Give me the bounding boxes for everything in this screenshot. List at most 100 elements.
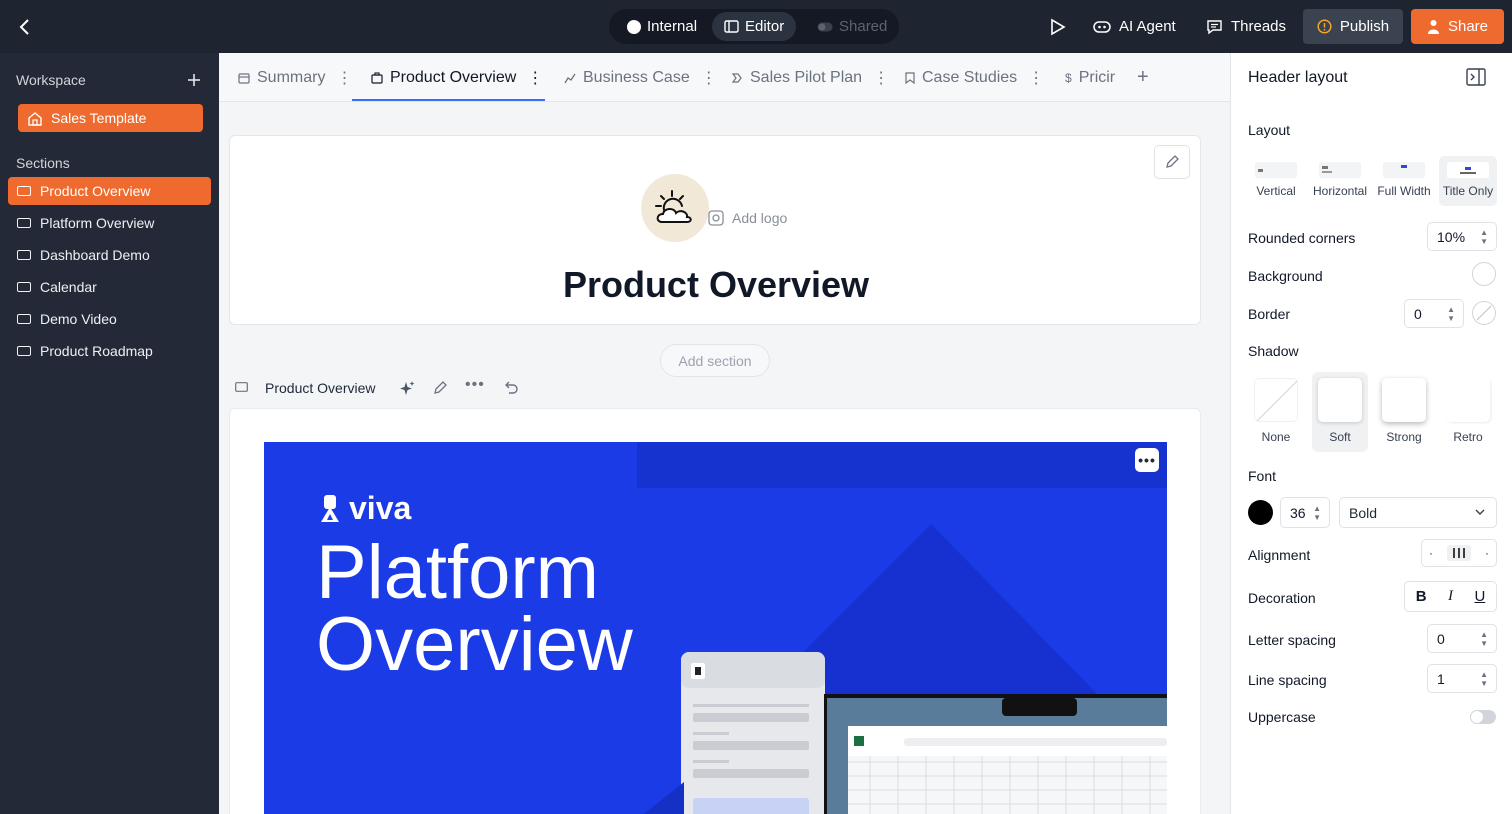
align-right-icon[interactable]: ·: [1485, 546, 1489, 560]
border-color-swatch[interactable]: [1472, 301, 1496, 325]
mode-shared-label: Shared: [839, 18, 888, 35]
mode-internal-button[interactable]: Internal: [615, 12, 709, 41]
hero-banner-image[interactable]: ••• viva Platform Overview: [264, 442, 1167, 814]
edit-header-button[interactable]: [1154, 145, 1190, 179]
uppercase-toggle[interactable]: [1470, 710, 1496, 724]
mode-internal-label: Internal: [647, 18, 698, 35]
alignment-label: Alignment: [1248, 547, 1311, 563]
border-width-value: 0: [1414, 305, 1422, 322]
alignment-control: · ·: [1421, 539, 1497, 567]
mode-shared-button[interactable]: Shared: [805, 12, 899, 41]
section-icon: [17, 186, 31, 196]
ai-agent-button[interactable]: AI Agent: [1093, 9, 1176, 44]
line-spacing-stepper[interactable]: 1 ▲ ▼: [1427, 664, 1497, 693]
align-left-icon[interactable]: ·: [1429, 546, 1433, 560]
font-weight-select[interactable]: Bold: [1339, 497, 1497, 528]
shadow-option-label: Strong: [1386, 430, 1422, 444]
font-color-swatch[interactable]: [1248, 500, 1273, 525]
logo-placeholder[interactable]: [641, 174, 709, 242]
font-size-stepper[interactable]: 36 ▲ ▼: [1280, 497, 1330, 528]
sections-label: Sections: [16, 155, 70, 171]
tab-menu-kebab-icon[interactable]: ⋮: [1028, 68, 1044, 88]
layout-full-width-thumbnail: [1383, 162, 1425, 178]
tab-label: Business Case: [583, 68, 690, 86]
sidebar-item-platform-overview[interactable]: Platform Overview: [8, 209, 211, 237]
stepper-arrows-icon[interactable]: ▲ ▼: [1313, 504, 1321, 522]
tab-menu-kebab-icon[interactable]: ⋮: [873, 68, 889, 88]
add-section-button[interactable]: Add section: [660, 344, 770, 377]
section-content-card[interactable]: ••• viva Platform Overview: [229, 408, 1201, 814]
more-options-icon[interactable]: •••: [465, 376, 485, 394]
header-card[interactable]: Add logo Product Overview: [229, 135, 1201, 325]
tab-menu-kebab-icon[interactable]: ⋮: [336, 68, 352, 88]
tab-pricing[interactable]: $ Pricir: [1065, 53, 1115, 101]
stepper-arrows-icon[interactable]: ▲ ▼: [1480, 228, 1488, 246]
sidebar-item-calendar[interactable]: Calendar: [8, 273, 211, 301]
shadow-retro-thumbnail: [1446, 378, 1490, 422]
tab-summary[interactable]: Summary ⋮: [238, 53, 352, 101]
sparkle-ai-icon[interactable]: [398, 380, 416, 398]
play-icon: [1050, 18, 1066, 36]
add-tab-plus-icon[interactable]: +: [1137, 66, 1151, 88]
font-size-value: 36: [1290, 504, 1306, 521]
shadow-option-none[interactable]: None: [1248, 372, 1304, 452]
layout-option-title-only[interactable]: Title Only: [1439, 156, 1497, 206]
letter-spacing-label: Letter spacing: [1248, 632, 1336, 648]
undo-icon[interactable]: [503, 380, 519, 394]
italic-button[interactable]: I: [1448, 588, 1453, 605]
tab-case-studies[interactable]: Case Studies ⋮: [905, 53, 1044, 101]
letter-spacing-stepper[interactable]: 0 ▲ ▼: [1427, 624, 1497, 653]
publish-button[interactable]: Publish: [1303, 9, 1403, 44]
ai-agent-icon: [1093, 20, 1111, 34]
share-button[interactable]: Share: [1411, 9, 1504, 44]
add-logo-button[interactable]: Add logo: [708, 210, 787, 226]
stepper-arrows-icon[interactable]: ▲ ▼: [1447, 305, 1455, 323]
sidebar-item-product-overview[interactable]: Product Overview: [8, 177, 211, 205]
sidebar-item-demo-video[interactable]: Demo Video: [8, 305, 211, 333]
sales-template-button[interactable]: Sales Template: [18, 104, 203, 132]
preview-play-button[interactable]: [1046, 9, 1070, 44]
sidebar-item-label: Product Roadmap: [40, 343, 153, 359]
tab-sales-pilot-plan[interactable]: Sales Pilot Plan ⋮: [731, 53, 889, 101]
sales-template-label: Sales Template: [51, 110, 147, 126]
pencil-icon[interactable]: [432, 380, 448, 396]
back-arrow-icon[interactable]: [14, 16, 36, 38]
editor-icon: [724, 20, 739, 33]
layout-option-horizontal[interactable]: Horizontal: [1311, 156, 1369, 206]
stepper-arrows-icon[interactable]: ▲ ▼: [1480, 670, 1488, 688]
sidebar-item-product-roadmap[interactable]: Product Roadmap: [8, 337, 211, 365]
layout-option-vertical[interactable]: Vertical: [1247, 156, 1305, 206]
collapse-panel-icon[interactable]: [1466, 68, 1486, 86]
page-title[interactable]: Product Overview: [230, 264, 1202, 306]
layout-option-label: Title Only: [1442, 184, 1494, 198]
underline-button[interactable]: U: [1474, 588, 1485, 605]
tab-menu-kebab-icon[interactable]: ⋮: [527, 68, 543, 88]
shadow-option-soft[interactable]: Soft: [1312, 372, 1368, 452]
bold-button[interactable]: B: [1416, 588, 1427, 605]
sun-cloud-icon: [652, 188, 698, 228]
view-mode-toggle: Internal Editor Shared: [609, 9, 899, 44]
shadow-option-retro[interactable]: Retro: [1440, 372, 1496, 452]
toggle-icon: [817, 22, 833, 32]
stepper-arrows-icon[interactable]: ▲ ▼: [1480, 630, 1488, 648]
tab-business-case[interactable]: Business Case ⋮: [564, 53, 717, 101]
uppercase-label: Uppercase: [1248, 709, 1316, 725]
align-center-icon[interactable]: [1447, 545, 1471, 561]
sidebar-item-label: Demo Video: [40, 311, 117, 327]
layout-horizontal-thumbnail: [1319, 162, 1361, 178]
threads-button[interactable]: Threads: [1206, 9, 1286, 44]
hero-more-options-button[interactable]: •••: [1135, 448, 1159, 472]
sidebar-item-dashboard-demo[interactable]: Dashboard Demo: [8, 241, 211, 269]
tab-product-overview[interactable]: Product Overview ⋮: [371, 53, 543, 101]
letter-spacing-value: 0: [1437, 630, 1445, 647]
add-workspace-plus-icon[interactable]: [186, 72, 202, 88]
background-color-swatch[interactable]: [1472, 262, 1496, 286]
shadow-option-strong[interactable]: Strong: [1376, 372, 1432, 452]
border-width-stepper[interactable]: 0 ▲ ▼: [1404, 299, 1464, 328]
section-icon: [17, 346, 31, 356]
rounded-corners-stepper[interactable]: 10% ▲ ▼: [1427, 222, 1497, 251]
rounded-corners-label: Rounded corners: [1248, 230, 1356, 246]
layout-option-full-width[interactable]: Full Width: [1375, 156, 1433, 206]
tab-menu-kebab-icon[interactable]: ⋮: [701, 68, 717, 88]
mode-editor-button[interactable]: Editor: [712, 12, 797, 41]
